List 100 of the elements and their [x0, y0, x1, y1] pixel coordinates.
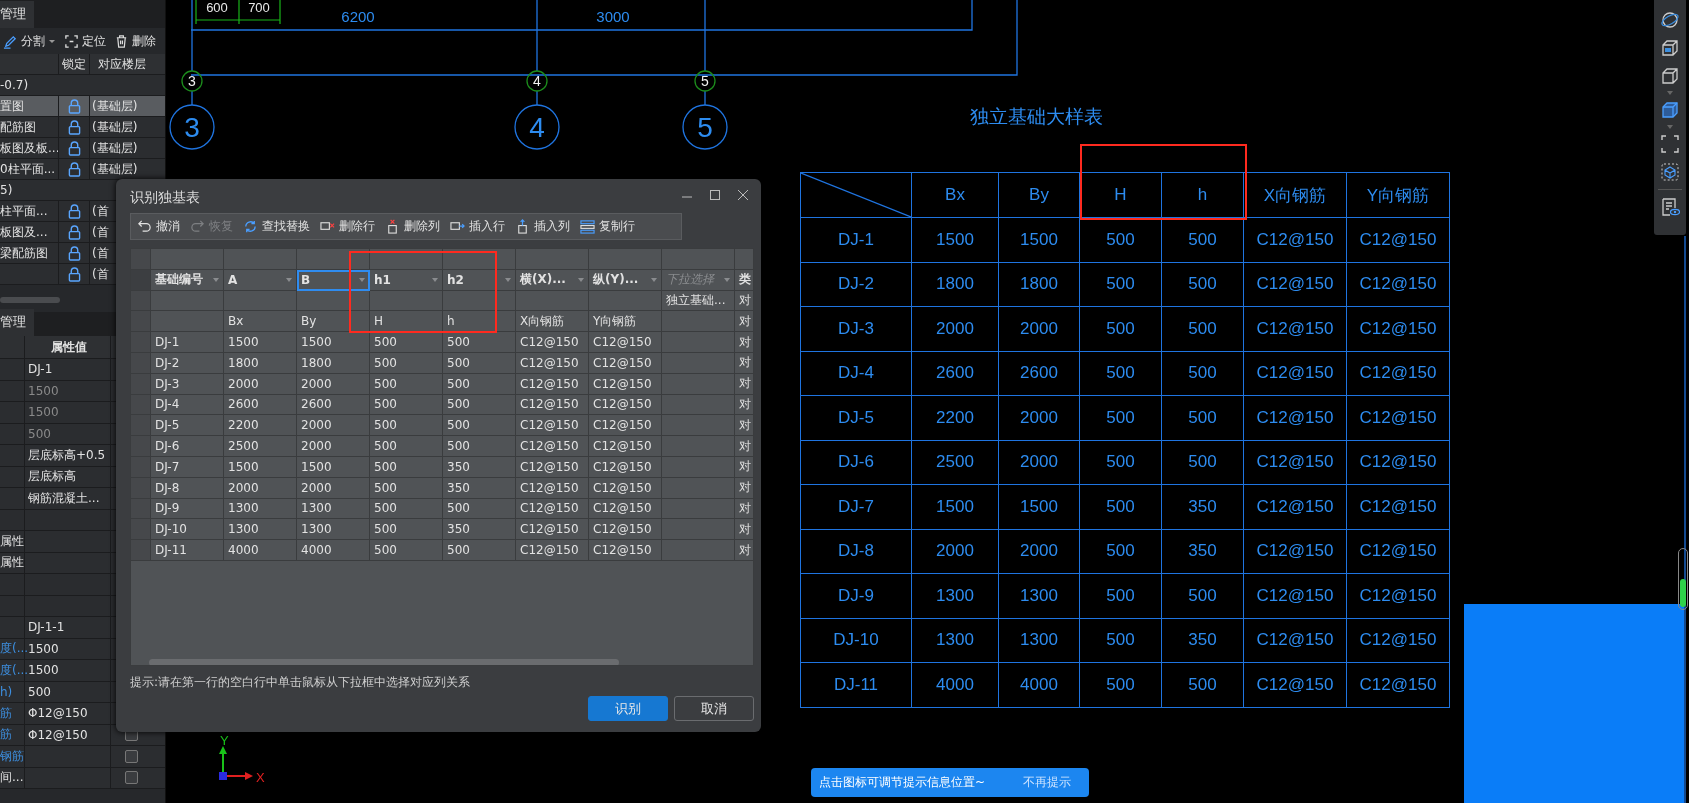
- axis-bubble-icon: [514, 104, 560, 150]
- table-cell: DJ-11: [833, 674, 879, 694]
- panel-tab[interactable]: 管理: [0, 1, 34, 28]
- table-cell: 2000: [297, 415, 370, 437]
- lock-icon[interactable]: [67, 98, 81, 114]
- ucs-arrows-drawing: [219, 746, 253, 780]
- table-cell: 2200: [936, 407, 974, 427]
- panel-tab[interactable]: 管理: [0, 309, 34, 336]
- table-cell: DJ-5: [151, 415, 224, 437]
- rows-icon: [580, 219, 595, 234]
- column-dropdown[interactable]: h1: [370, 269, 443, 291]
- table-cell: 2000: [1020, 452, 1058, 472]
- table-cell: 350: [443, 477, 516, 499]
- column-dropdown[interactable]: h2: [443, 269, 516, 291]
- table-cell: C12@150: [516, 477, 589, 499]
- column-dropdown[interactable]: B: [297, 269, 370, 291]
- table-cell: 对: [735, 498, 753, 520]
- table-cell: C12@150: [1256, 585, 1334, 605]
- lock-icon[interactable]: [67, 140, 81, 156]
- maximize-icon[interactable]: [709, 189, 721, 201]
- close-icon[interactable]: [737, 189, 749, 201]
- scrollbar[interactable]: [0, 297, 60, 303]
- table-cell: C12@150: [1359, 541, 1437, 561]
- column-dropdown[interactable]: 基础编号: [151, 269, 224, 291]
- table-cell: 2000: [224, 373, 297, 395]
- toolbar-button[interactable]: 分割: [0, 32, 59, 50]
- floor-label: (基础层): [92, 160, 138, 178]
- table-cell: 1800: [224, 353, 297, 374]
- lock-icon[interactable]: [67, 224, 81, 240]
- table-cell: 1300: [936, 630, 974, 650]
- table-cell: DJ-2: [838, 274, 874, 294]
- drawing-row[interactable]: 0柱平面... (基础层): [0, 159, 165, 180]
- drawing-row[interactable]: 置图 (基础层): [0, 96, 165, 117]
- lock-icon[interactable]: [67, 119, 81, 135]
- lock-icon[interactable]: [67, 266, 81, 282]
- drawing-row[interactable]: 板图及板... (基础层): [0, 138, 165, 159]
- cube-icon[interactable]: [1660, 100, 1680, 120]
- toolbar-button[interactable]: 复制行: [578, 218, 637, 235]
- table-cell: 对: [735, 540, 753, 561]
- axis-label: 3: [188, 73, 196, 89]
- lock-icon[interactable]: [67, 245, 81, 261]
- table-cell: 对: [735, 477, 753, 499]
- table-cell: 500: [370, 477, 443, 499]
- axis-bubble-icon: [169, 104, 215, 150]
- table-cell: 350: [1188, 541, 1217, 561]
- scrollbar[interactable]: [149, 659, 619, 665]
- table-cell: DJ-6: [151, 436, 224, 457]
- table-cell: 500: [443, 373, 516, 395]
- lock-icon[interactable]: [67, 203, 81, 219]
- table-cell: By: [297, 311, 370, 333]
- dialog-button[interactable]: 取消: [674, 696, 754, 721]
- cube-icon[interactable]: [1660, 38, 1680, 58]
- checkbox[interactable]: [124, 749, 138, 763]
- table-cell: C12@150: [1256, 541, 1334, 561]
- table-cell: 1300: [224, 498, 297, 520]
- toolbar-button[interactable]: 删除: [111, 32, 159, 50]
- axis-tag-icon: [526, 70, 548, 92]
- floor-label: (首: [92, 202, 109, 220]
- column-dropdown[interactable]: 横(X)...: [516, 269, 589, 291]
- checkbox[interactable]: [124, 771, 138, 785]
- document-view-icon[interactable]: [1660, 197, 1680, 217]
- toolbar-button[interactable]: 定位: [61, 32, 109, 50]
- table-cell: C12@150: [589, 498, 662, 520]
- table-cell: 对: [735, 373, 753, 395]
- property-value: DJ-1: [28, 362, 53, 377]
- table-title: 独立基础大样表: [970, 104, 1103, 129]
- table-cell: 2000: [224, 477, 297, 499]
- table-cell: C12@150: [1256, 407, 1334, 427]
- dialog-button[interactable]: 识别: [588, 696, 668, 721]
- table-cell: 1500: [297, 456, 370, 478]
- table-cell: 对: [735, 456, 753, 478]
- toolbar-button[interactable]: 查找替换: [241, 218, 312, 235]
- drawing-row[interactable]: 配筋图 (基础层): [0, 117, 165, 138]
- drawing-name: 板图及...: [0, 224, 48, 239]
- toolbar-button[interactable]: 插入列: [513, 218, 572, 235]
- column-header: 锁定: [58, 54, 89, 74]
- table-cell: 对: [735, 332, 753, 353]
- cube-icon[interactable]: [1660, 66, 1680, 86]
- lock-icon[interactable]: [67, 161, 81, 177]
- dimension-label: 3000: [596, 8, 630, 25]
- fullscreen-icon[interactable]: [1660, 134, 1680, 154]
- locate-icon: [64, 33, 79, 49]
- axis-label: 5: [697, 112, 713, 143]
- property-name: 筋: [0, 727, 12, 742]
- table-cell: 500: [1106, 630, 1135, 650]
- toolbar-button[interactable]: 删除列: [383, 218, 442, 235]
- toolbar-button[interactable]: 插入行: [448, 218, 507, 235]
- table-cell: 1500: [936, 229, 974, 249]
- cube-icon[interactable]: [1660, 162, 1680, 182]
- column-dropdown[interactable]: 纵(Y)...: [589, 269, 662, 291]
- table-cell: 1500: [224, 456, 297, 478]
- table-cell: C12@150: [589, 477, 662, 499]
- orbit-icon[interactable]: [1660, 10, 1680, 30]
- column-dropdown[interactable]: A: [224, 269, 297, 291]
- axis-bubble-icon: [682, 104, 728, 150]
- column-dropdown[interactable]: 类: [735, 269, 753, 291]
- caret-icon: [358, 276, 366, 283]
- toolbar-button[interactable]: 删除行: [318, 218, 377, 235]
- table-cell: 500: [443, 540, 516, 561]
- table-cell: 500: [1188, 674, 1217, 694]
